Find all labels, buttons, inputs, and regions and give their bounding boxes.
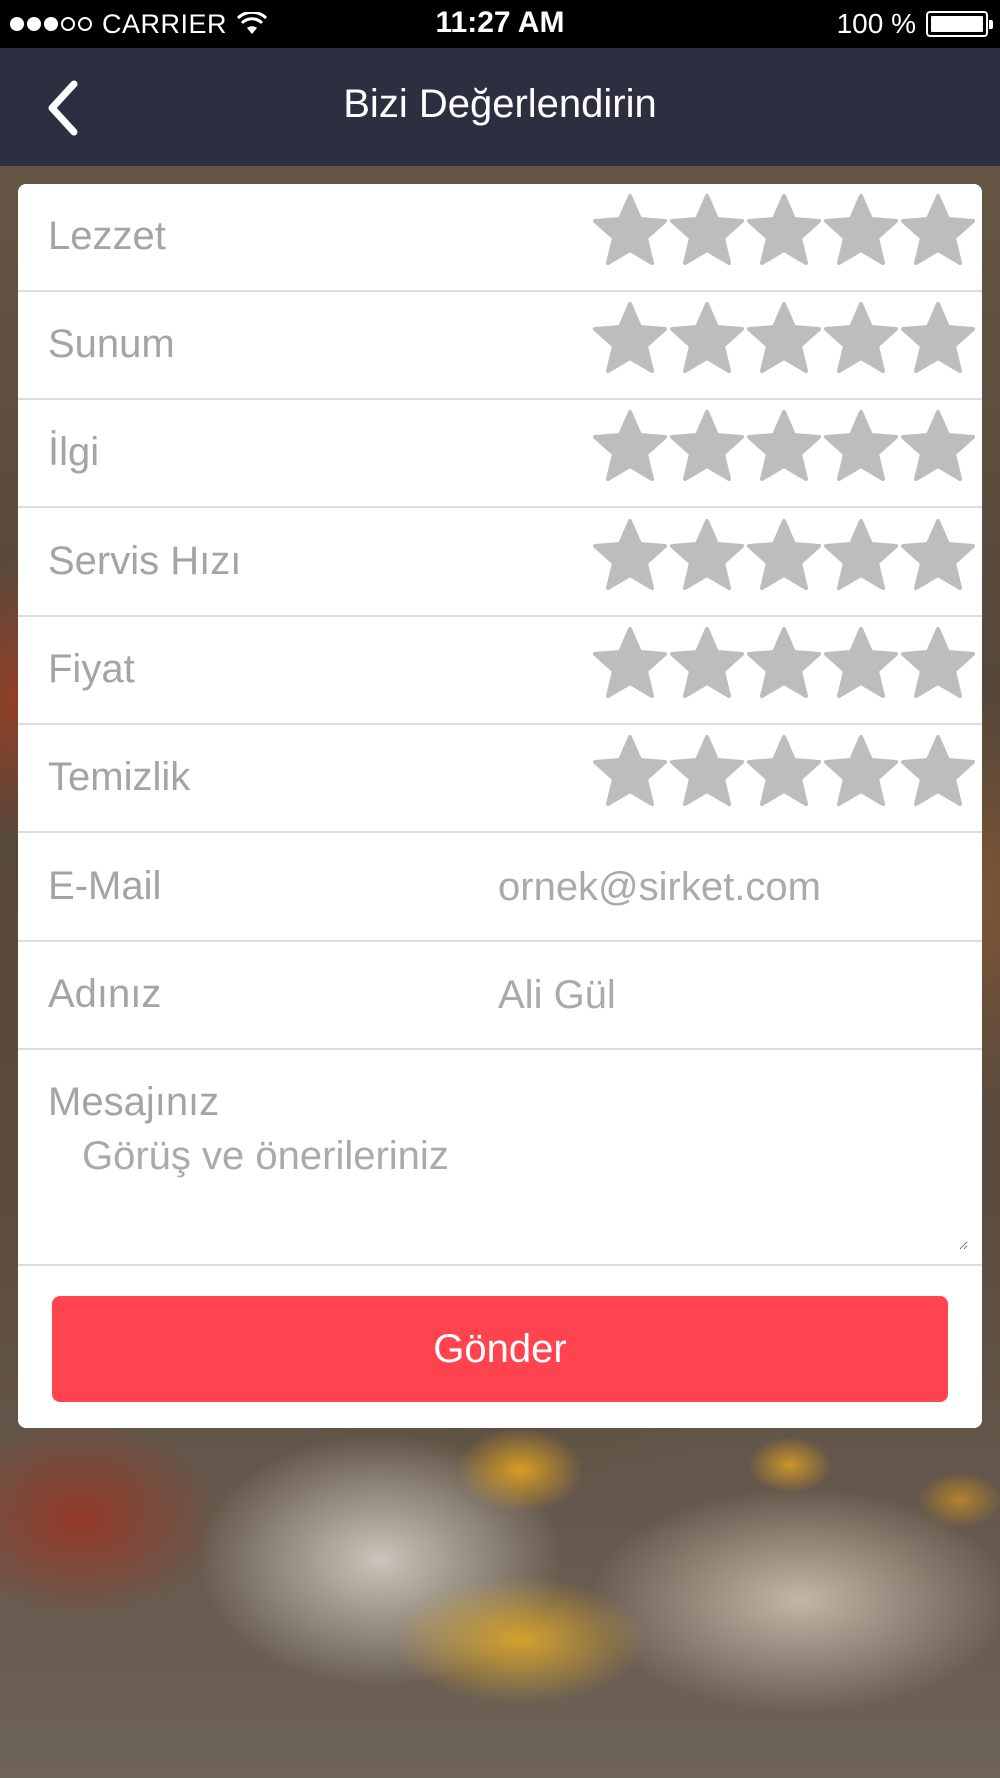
rating-label: Fiyat (48, 647, 135, 691)
name-label: Adınız (48, 972, 162, 1016)
rating-label: Temizlik (48, 755, 191, 799)
message-label: Mesajınız (48, 1080, 220, 1124)
star-icon[interactable] (745, 517, 823, 595)
star-icon[interactable] (745, 300, 823, 378)
rating-label: Sunum (48, 322, 175, 366)
star-icon[interactable] (668, 192, 746, 270)
star-icon[interactable] (899, 625, 977, 703)
star-icon[interactable] (745, 192, 823, 270)
message-field[interactable] (48, 1134, 968, 1250)
star-icon[interactable] (899, 192, 977, 270)
email-row: E-Mail (18, 834, 982, 942)
rating-row-temizlik: Temizlik (18, 725, 982, 833)
star-icon[interactable] (822, 733, 900, 811)
star-rating (592, 625, 977, 707)
star-icon[interactable] (899, 517, 977, 595)
star-icon[interactable] (591, 733, 669, 811)
star-icon[interactable] (668, 408, 746, 486)
rating-label: Lezzet (48, 214, 166, 258)
rating-row-fiyat: Fiyat (18, 617, 982, 725)
star-icon[interactable] (591, 408, 669, 486)
star-icon[interactable] (822, 517, 900, 595)
star-icon[interactable] (745, 733, 823, 811)
star-rating (592, 408, 977, 490)
star-icon[interactable] (591, 625, 669, 703)
star-icon[interactable] (591, 300, 669, 378)
navigation-bar: Bizi Değerlendirin (0, 48, 1000, 166)
star-icon[interactable] (822, 408, 900, 486)
status-bar: CARRIER 11:27 AM 100 % (0, 0, 1000, 48)
rating-form-card: Lezzet Sunum İlgi Servis Hızı Fiyat Temi… (18, 184, 982, 1428)
name-field[interactable] (498, 964, 968, 1026)
rating-row-lezzet: Lezzet (18, 184, 982, 292)
star-rating (592, 733, 977, 815)
star-icon[interactable] (668, 733, 746, 811)
star-icon[interactable] (899, 300, 977, 378)
star-rating (592, 192, 977, 274)
status-right: 100 % (836, 0, 993, 48)
rating-label: İlgi (48, 430, 100, 474)
star-icon[interactable] (822, 625, 900, 703)
star-icon[interactable] (745, 625, 823, 703)
star-icon[interactable] (822, 300, 900, 378)
page-title: Bizi Değerlendirin (343, 82, 657, 126)
star-icon[interactable] (591, 517, 669, 595)
star-icon[interactable] (668, 517, 746, 595)
email-label: E-Mail (48, 864, 162, 908)
rating-label: Servis Hızı (48, 539, 242, 583)
rating-row-ilgi: İlgi (18, 400, 982, 508)
star-icon[interactable] (591, 192, 669, 270)
rating-row-servis-hizi: Servis Hızı (18, 509, 982, 617)
star-rating (592, 300, 977, 382)
battery-icon (926, 11, 993, 37)
star-icon[interactable] (745, 408, 823, 486)
star-icon[interactable] (899, 408, 977, 486)
star-icon[interactable] (899, 733, 977, 811)
send-button[interactable]: Gönder (52, 1296, 948, 1402)
email-field[interactable] (498, 856, 968, 918)
star-rating (592, 517, 977, 599)
star-icon[interactable] (668, 300, 746, 378)
star-icon[interactable] (668, 625, 746, 703)
name-row: Adınız (18, 942, 982, 1050)
battery-percent: 100 % (836, 8, 916, 39)
star-icon[interactable] (822, 192, 900, 270)
rating-row-sunum: Sunum (18, 292, 982, 400)
message-row: Mesajınız (18, 1050, 982, 1266)
